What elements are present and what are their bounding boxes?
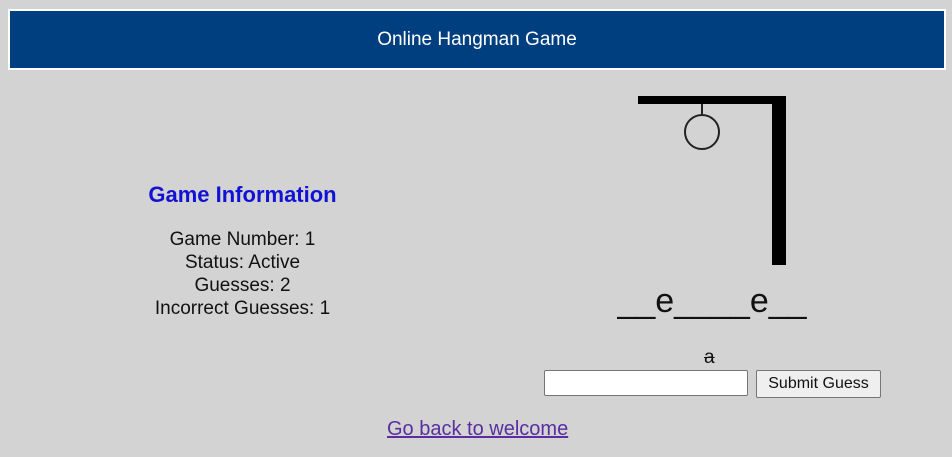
guess-input[interactable]: [544, 370, 748, 396]
back-to-welcome-link[interactable]: Go back to welcome: [387, 418, 568, 441]
game-status: Status: Active: [184, 252, 301, 273]
guesses-count: Guesses: 2: [194, 275, 291, 296]
hangman-head: [684, 114, 720, 150]
word-display: __e____e__: [617, 282, 807, 320]
gallows-upright-post: [772, 96, 786, 265]
page-header: Online Hangman Game: [8, 9, 946, 70]
gallows-top-beam: [638, 96, 786, 104]
incorrect-letters: a: [704, 347, 715, 368]
incorrect-guesses-count: Incorrect Guesses: 1: [154, 298, 331, 319]
game-number: Game Number: 1: [169, 229, 316, 250]
page-title: Online Hangman Game: [377, 28, 577, 50]
game-information-panel: Game Information Game Number: 1 Status: …: [130, 182, 355, 320]
submit-guess-button[interactable]: Submit Guess: [756, 370, 881, 398]
hangman-gallows-icon: [630, 90, 800, 275]
game-information-heading: Game Information: [148, 182, 337, 207]
